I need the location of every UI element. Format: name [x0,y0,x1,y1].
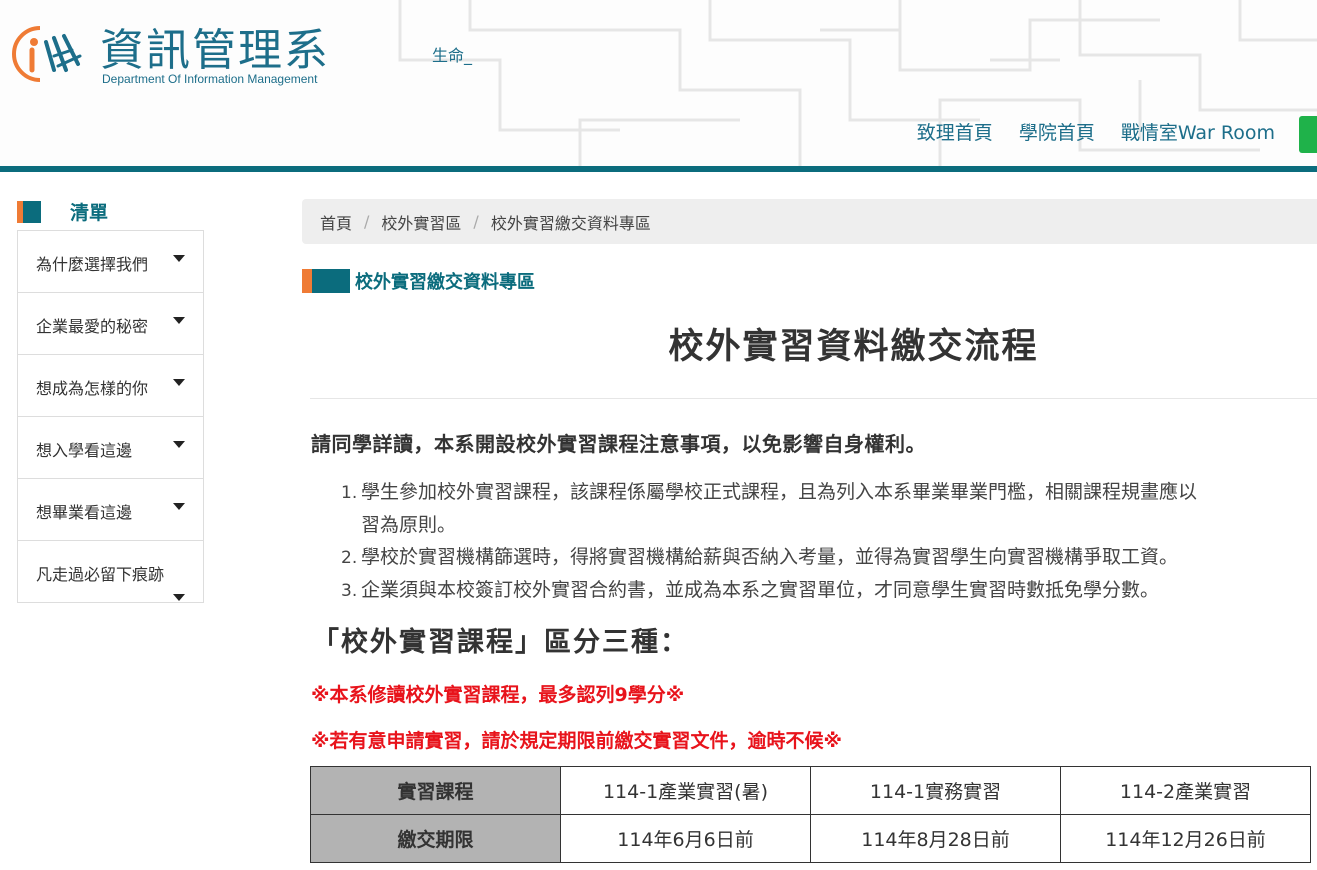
section-marker-icon [302,269,350,293]
sidebar-item-why-choose-us[interactable]: 為什麼選擇我們 [18,231,203,293]
sidebar-title: 清單 [70,202,109,224]
list-number: 1. [341,483,358,503]
table-cell: 114-1產業實習(暑) [560,766,811,815]
sidebar-header: 清單 [17,198,108,225]
table-row: 繳交期限 114年6月6日前 114年8月28日前 114年12月26日前 [310,814,1311,863]
logo-title[interactable]: 資訊管理系 [100,14,330,78]
schedule-table: 實習課程 114-1產業實習(暑) 114-1實務實習 114-2產業實習 繳交… [310,766,1311,863]
intro-text: 請同學詳讀，本系開設校外實習課程注意事項，以免影響自身權利。 [311,432,926,456]
breadcrumb-separator: / [364,212,370,231]
table-cell: 114-1實務實習 [810,766,1061,815]
list-number: 3. [341,581,358,601]
caret-down-icon[interactable] [173,441,185,448]
deadline-warning: ※若有意申請實習，請於規定期限前繳交實習文件，逾時不候※ [311,730,842,752]
caret-down-icon[interactable] [173,317,185,324]
breadcrumb-current: 校外實習繳交資料專區 [490,213,651,233]
table-cell: 114年6月6日前 [560,814,811,863]
sidebar-item-footprints[interactable]: 凡走過必留下痕跡 [18,541,203,602]
table-row: 實習課程 114-1產業實習(暑) 114-1實務實習 114-2產業實習 [310,766,1311,815]
breadcrumb-internship-area[interactable]: 校外實習區 [381,210,461,234]
section-title: 校外實習繳交資料專區 [355,272,535,293]
site-header: 資訊管理系 Department Of Information Manageme… [0,0,1317,166]
breadcrumb-separator: / [473,212,479,231]
green-nav-button[interactable] [1299,116,1317,153]
list-text: 學生參加校外實習課程，該課程係屬學校正式課程，且為列入本系畢業畢業門檻，相關課程… [361,481,1198,503]
breadcrumb: 首頁 / 校外實習區 / 校外實習繳交資料專區 [302,199,1317,244]
top-nav: 致理首頁 學院首頁 戰情室War Room [917,118,1275,145]
caret-down-icon[interactable] [173,379,185,386]
marquee-text: 生命_ [432,46,473,65]
nav-link-war-room[interactable]: 戰情室War Room [1121,118,1275,145]
section-header: 校外實習繳交資料專區 [302,268,535,294]
list-item: 3. 企業須與本校簽訂校外實習合約書，並成為本系之實習單位，才同意學生實習時數抵免… [341,574,1197,607]
course-types-heading: 「校外實習課程」區分三種： [312,627,689,658]
header-divider [0,166,1317,172]
caret-down-icon[interactable] [173,255,185,262]
nav-link-school-home[interactable]: 致理首頁 [917,118,993,145]
table-cell: 114-2產業實習 [1060,766,1311,815]
list-number: 2. [341,548,358,568]
notes-list: 1. 學生參加校外實習課程，該課程係屬學校正式課程，且為列入本系畢業畢業門檻，相關… [341,476,1197,607]
sidebar-menu: 為什麼選擇我們 企業最愛的秘密 想成為怎樣的你 想入學看這邊 想畢業看這邊 凡走… [17,230,204,603]
sidebar-item-label: 想成為怎樣的你 [36,379,149,398]
table-cell: 114年8月28日前 [810,814,1061,863]
sidebar-item-label: 企業最愛的秘密 [36,317,149,336]
department-logo[interactable] [10,20,86,86]
table-cell: 114年12月26日前 [1060,814,1311,863]
sidebar-item-label: 凡走過必留下痕跡 [36,565,165,584]
caret-down-icon[interactable] [173,503,185,510]
sidebar-item-graduation[interactable]: 想畢業看這邊 [18,479,203,541]
list-item: 1. 學生參加校外實習課程，該課程係屬學校正式課程，且為列入本系畢業畢業門檻，相關… [341,476,1197,541]
table-header-cell: 繳交期限 [310,814,561,863]
divider [310,398,1317,399]
credit-warning: ※本系修讀校外實習課程，最多認列9學分※ [311,684,685,706]
sidebar-item-who-to-become[interactable]: 想成為怎樣的你 [18,355,203,417]
sidebar-item-label: 想畢業看這邊 [36,503,133,522]
logo-subtitle: Department Of Information Management [102,72,318,86]
page-title: 校外實習資料繳交流程 [668,327,1039,367]
sidebar-item-label: 想入學看這邊 [36,441,133,460]
list-text: 學校於實習機構篩選時，得將實習機構給薪與否納入考量，並得為實習學生向實習機構爭取… [361,546,1179,568]
breadcrumb-home[interactable]: 首頁 [320,210,352,234]
list-text: 企業須與本校簽訂校外實習合約書，並成為本系之實習單位，才同意學生實習時數抵免學分… [361,579,1160,601]
list-text-continued: 習為原則。 [361,514,457,536]
nav-link-college-home[interactable]: 學院首頁 [1019,118,1095,145]
sidebar-marker-icon [17,200,41,223]
table-header-cell: 實習課程 [310,766,561,815]
sidebar-item-enterprise-secret[interactable]: 企業最愛的秘密 [18,293,203,355]
sidebar-item-admission[interactable]: 想入學看這邊 [18,417,203,479]
sidebar-item-label: 為什麼選擇我們 [36,255,149,274]
list-item: 2. 學校於實習機構篩選時，得將實習機構給薪與否納入考量，並得為實習學生向實習機構… [341,541,1197,574]
caret-down-icon[interactable] [173,594,185,601]
